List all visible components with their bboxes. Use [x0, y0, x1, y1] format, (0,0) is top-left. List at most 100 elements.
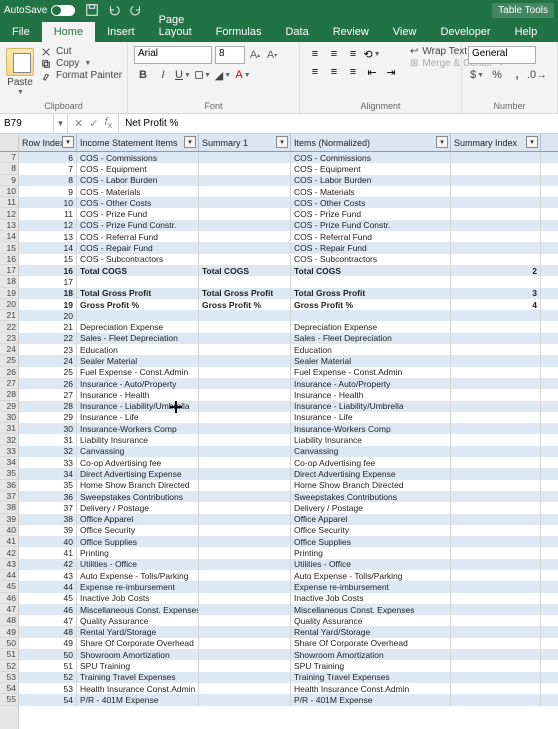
- cell[interactable]: 52: [19, 672, 77, 683]
- cell[interactable]: 39: [19, 525, 77, 536]
- cell[interactable]: 33: [19, 457, 77, 468]
- row-header[interactable]: 28: [0, 389, 18, 400]
- cell[interactable]: 54: [19, 694, 77, 705]
- cell[interactable]: 30: [19, 423, 77, 434]
- cell[interactable]: Co-op Advertising fee: [291, 457, 451, 468]
- cell[interactable]: COS - Equipment: [291, 163, 451, 174]
- decrease-indent-button[interactable]: ⇤: [363, 64, 381, 80]
- cell[interactable]: [451, 389, 541, 400]
- cell[interactable]: Insurance-Workers Comp: [77, 423, 199, 434]
- cell[interactable]: 21: [19, 321, 77, 332]
- select-all-corner[interactable]: [0, 134, 18, 152]
- copy-button[interactable]: Copy▼: [38, 58, 124, 69]
- cell[interactable]: Expense re-imbursement: [77, 581, 199, 592]
- cell[interactable]: Training Travel Expenses: [291, 672, 451, 683]
- cell[interactable]: [199, 276, 291, 287]
- cell[interactable]: Sealer Material: [291, 355, 451, 366]
- filter-dropdown-icon[interactable]: ▾: [276, 136, 288, 148]
- row-header[interactable]: 14: [0, 231, 18, 242]
- cell[interactable]: [199, 175, 291, 186]
- cell[interactable]: 40: [19, 536, 77, 547]
- cell[interactable]: [77, 276, 199, 287]
- row-header[interactable]: 10: [0, 186, 18, 197]
- cell[interactable]: 48: [19, 626, 77, 637]
- row-header[interactable]: 23: [0, 333, 18, 344]
- tab-developer[interactable]: Developer: [428, 22, 502, 42]
- cell[interactable]: 19: [19, 299, 77, 310]
- cell[interactable]: Insurance-Workers Comp: [291, 423, 451, 434]
- fill-color-button[interactable]: ◢▼: [214, 66, 232, 84]
- cell[interactable]: 29: [19, 412, 77, 423]
- cell[interactable]: [291, 310, 451, 321]
- row-header[interactable]: 41: [0, 536, 18, 547]
- row-header[interactable]: 37: [0, 491, 18, 502]
- cell[interactable]: [451, 536, 541, 547]
- cell[interactable]: Training Travel Expenses: [77, 672, 199, 683]
- cell[interactable]: 18: [19, 288, 77, 299]
- cell[interactable]: COS - Referral Fund: [77, 231, 199, 242]
- cell[interactable]: COS - Prize Fund Constr.: [77, 220, 199, 231]
- cell[interactable]: Fuel Expense - Const.Admin: [77, 367, 199, 378]
- cell[interactable]: 44: [19, 581, 77, 592]
- cell[interactable]: [199, 660, 291, 671]
- tab-page-layout[interactable]: Page Layout: [147, 10, 204, 42]
- cell[interactable]: [199, 333, 291, 344]
- cell[interactable]: [451, 570, 541, 581]
- column-header[interactable]: Row Index▾: [19, 134, 77, 151]
- font-color-button[interactable]: A▼: [234, 66, 252, 84]
- cell[interactable]: 6: [19, 152, 77, 163]
- cell[interactable]: [451, 581, 541, 592]
- cell[interactable]: [451, 344, 541, 355]
- cell[interactable]: [451, 434, 541, 445]
- row-header[interactable]: 45: [0, 581, 18, 592]
- row-header[interactable]: 12: [0, 208, 18, 219]
- cell[interactable]: 7: [19, 163, 77, 174]
- cell[interactable]: [451, 254, 541, 265]
- cell[interactable]: P/R - 401M Expense: [77, 694, 199, 705]
- cell[interactable]: 50: [19, 649, 77, 660]
- cell[interactable]: [199, 536, 291, 547]
- cell[interactable]: [199, 559, 291, 570]
- cell[interactable]: 20: [19, 310, 77, 321]
- cell[interactable]: COS - Labor Burden: [77, 175, 199, 186]
- cell[interactable]: [451, 175, 541, 186]
- format-painter-button[interactable]: Format Painter: [38, 70, 124, 81]
- cell[interactable]: [291, 276, 451, 287]
- cell[interactable]: [451, 367, 541, 378]
- cell[interactable]: 16: [19, 265, 77, 276]
- cell[interactable]: COS - Subcontractors: [291, 254, 451, 265]
- cell[interactable]: [199, 491, 291, 502]
- italic-button[interactable]: I: [154, 66, 172, 84]
- bold-button[interactable]: B: [134, 66, 152, 84]
- cell[interactable]: [451, 468, 541, 479]
- font-size-select[interactable]: 8: [215, 46, 245, 64]
- cell[interactable]: [199, 220, 291, 231]
- cell[interactable]: Health Insurance Const.Admin: [77, 683, 199, 694]
- cell[interactable]: COS - Other Costs: [77, 197, 199, 208]
- filter-dropdown-icon[interactable]: ▾: [526, 136, 538, 148]
- filter-dropdown-icon[interactable]: ▾: [436, 136, 448, 148]
- cell[interactable]: [199, 412, 291, 423]
- save-icon[interactable]: [85, 3, 99, 17]
- row-header[interactable]: 8: [0, 163, 18, 174]
- row-header[interactable]: 19: [0, 288, 18, 299]
- cell[interactable]: 37: [19, 502, 77, 513]
- cell[interactable]: [199, 626, 291, 637]
- redo-icon[interactable]: [129, 3, 143, 17]
- cell[interactable]: 17: [19, 276, 77, 287]
- cell[interactable]: 41: [19, 547, 77, 558]
- cell[interactable]: Sales - Fleet Depreciation: [77, 333, 199, 344]
- cell[interactable]: COS - Other Costs: [291, 197, 451, 208]
- filter-dropdown-icon[interactable]: ▾: [184, 136, 196, 148]
- cell[interactable]: Canvassing: [77, 446, 199, 457]
- cell[interactable]: Insurance - Auto/Property: [291, 378, 451, 389]
- cell[interactable]: [451, 186, 541, 197]
- cell[interactable]: [77, 310, 199, 321]
- cell[interactable]: 3: [451, 288, 541, 299]
- cell[interactable]: [199, 593, 291, 604]
- cell[interactable]: Co-op Advertising fee: [77, 457, 199, 468]
- cell[interactable]: [451, 649, 541, 660]
- align-left-button[interactable]: ≡: [306, 64, 324, 80]
- row-header[interactable]: 31: [0, 423, 18, 434]
- cell[interactable]: [451, 694, 541, 705]
